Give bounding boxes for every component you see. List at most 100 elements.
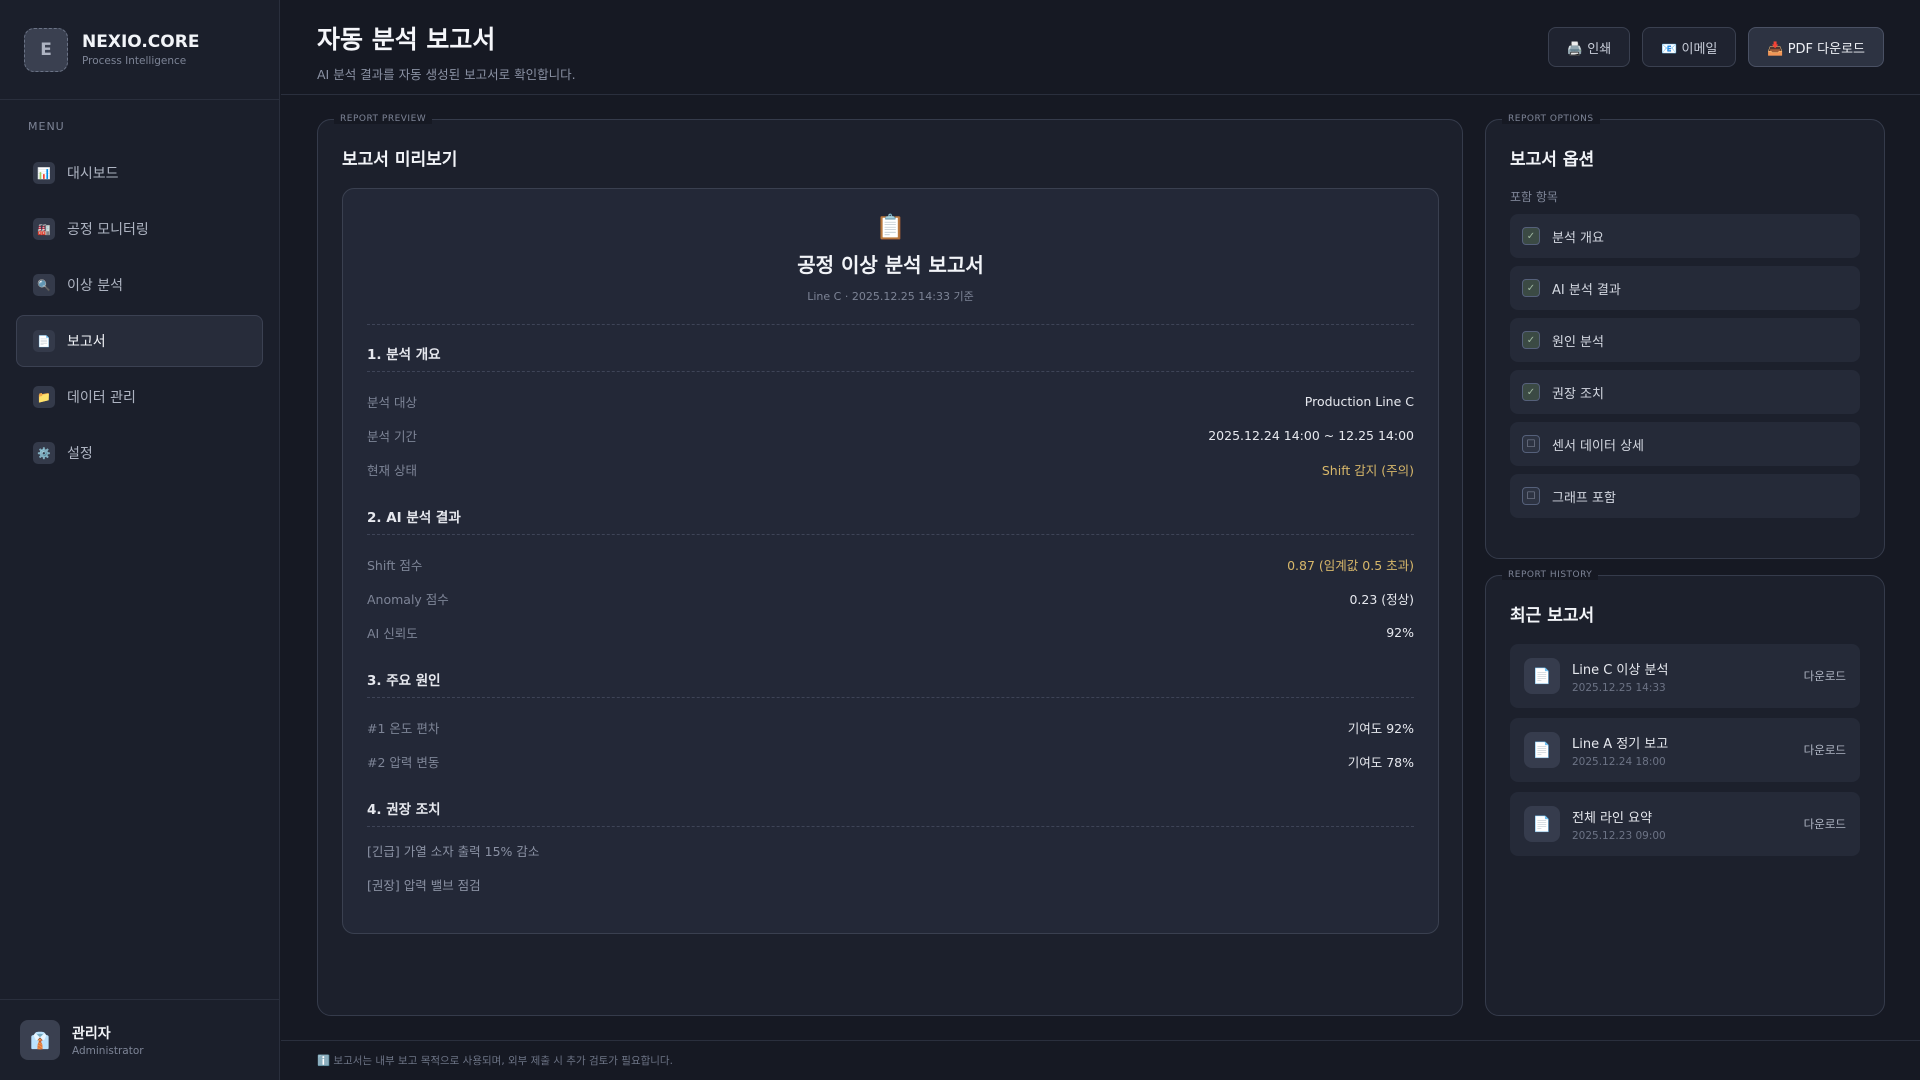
option-label: 센서 데이터 상세	[1552, 438, 1644, 454]
panel-tag: REPORT HISTORY	[1502, 570, 1599, 580]
report-history-panel: REPORT HISTORY 최근 보고서 📄 Line C 이상 분석 202…	[1485, 570, 1885, 1016]
section-title: 4. 권장 조치	[367, 780, 1414, 827]
user-role: Administrator	[72, 1045, 144, 1057]
footer-note: ℹ️ 보고서는 내부 보고 목적으로 사용되며, 외부 제출 시 추가 검토가 …	[281, 1040, 1920, 1080]
sidebar-menu: 📊 대시보드 🏭 공정 모니터링 🔍 이상 분석 📄 보고서 📁 데이터 관리 …	[0, 147, 279, 479]
avatar: 👔	[20, 1020, 60, 1060]
sidebar-item-dashboard[interactable]: 📊 대시보드	[16, 147, 263, 199]
sidebar-item-label: 이상 분석	[67, 278, 123, 294]
brand-subtitle: Process Intelligence	[82, 55, 187, 67]
option-label: AI 분석 결과	[1552, 282, 1621, 298]
recommended-action: [긴급] 가열 소자 출력 15% 감소	[367, 843, 540, 859]
list-item: 📄 Line C 이상 분석 2025.12.25 14:33 다운로드	[1510, 644, 1860, 708]
section-title: 2. AI 분석 결과	[367, 488, 1414, 535]
checkbox-unchecked-icon[interactable]: ☐	[1522, 487, 1540, 505]
sidebar-item-label: 공정 모니터링	[67, 222, 149, 238]
option-label: 원인 분석	[1552, 334, 1604, 350]
factory-icon: 🏭	[33, 218, 55, 240]
row-key: Anomaly 점수	[367, 591, 449, 607]
option-label: 그래프 포함	[1552, 490, 1616, 506]
include-items-label: 포함 항목	[1510, 190, 1558, 204]
user-profile[interactable]: 👔 관리자 Administrator	[0, 999, 280, 1080]
row-key: 분석 기간	[367, 428, 417, 444]
panel-title: 보고서 옵션	[1510, 150, 1595, 170]
gear-icon: ⚙️	[33, 442, 55, 464]
report-name: Line A 정기 보고	[1572, 736, 1669, 752]
row-key: #2 압력 변동	[367, 754, 440, 770]
checkbox-checked-icon[interactable]: ✓	[1522, 383, 1540, 401]
option-cause-analysis[interactable]: ✓ 원인 분석	[1510, 318, 1860, 362]
option-list: ✓ 분석 개요 ✓ AI 분석 결과 ✓ 원인 분석 ✓ 권장 조치 ☐ 센서 …	[1510, 214, 1860, 526]
history-list: 📄 Line C 이상 분석 2025.12.25 14:33 다운로드 📄 L…	[1510, 644, 1860, 866]
report-preview-panel: REPORT PREVIEW 보고서 미리보기 📋 공정 이상 분석 보고서 L…	[317, 114, 1463, 1016]
option-include-graphs[interactable]: ☐ 그래프 포함	[1510, 474, 1860, 518]
document-icon: 📄	[33, 330, 55, 352]
row-value: 2025.12.24 14:00 ~ 12.25 14:00	[1208, 427, 1414, 443]
panel-title: 최근 보고서	[1510, 606, 1595, 626]
option-label: 분석 개요	[1552, 230, 1604, 246]
panel-tag: REPORT OPTIONS	[1502, 114, 1600, 124]
sidebar-item-label: 데이터 관리	[67, 390, 136, 406]
sidebar-item-process-monitoring[interactable]: 🏭 공정 모니터링	[16, 203, 263, 255]
row-key: #1 온도 편차	[367, 720, 440, 736]
header-actions: 🖨️ 인쇄 📧 이메일 📥 PDF 다운로드	[1547, 27, 1884, 67]
download-link[interactable]: 다운로드	[1804, 816, 1846, 832]
option-overview[interactable]: ✓ 분석 개요	[1510, 214, 1860, 258]
report-row: #2 압력 변동 기여도 78%	[367, 744, 1414, 778]
report-meta: Line C · 2025.12.25 14:33 기준	[807, 290, 974, 303]
report-row: #1 온도 편차 기여도 92%	[367, 710, 1414, 744]
report-row: Anomaly 점수 0.23 (정상)	[367, 581, 1414, 615]
sidebar-item-anomaly-analysis[interactable]: 🔍 이상 분석	[16, 259, 263, 311]
panel-tag: REPORT PREVIEW	[334, 114, 433, 124]
section-title: 3. 주요 원인	[367, 651, 1414, 698]
download-link[interactable]: 다운로드	[1804, 742, 1846, 758]
sidebar-item-label: 보고서	[67, 334, 106, 350]
print-button[interactable]: 🖨️ 인쇄	[1547, 27, 1631, 67]
sidebar-item-settings[interactable]: ⚙️ 설정	[16, 427, 263, 479]
report-date: 2025.12.23 09:00	[1572, 829, 1666, 842]
checkbox-checked-icon[interactable]: ✓	[1522, 279, 1540, 297]
report-name: Line C 이상 분석	[1572, 662, 1669, 678]
sidebar-item-label: 설정	[67, 446, 93, 462]
report-name: 전체 라인 요약	[1572, 810, 1653, 826]
user-name: 관리자	[72, 1026, 111, 1042]
checkbox-unchecked-icon[interactable]: ☐	[1522, 435, 1540, 453]
report-row: Shift 점수 0.87 (임계값 0.5 초과)	[367, 547, 1414, 581]
clipboard-icon: 📋	[875, 213, 906, 241]
option-label: 권장 조치	[1552, 386, 1604, 402]
report-row: 분석 대상 Production Line C	[367, 384, 1414, 418]
report-date: 2025.12.24 18:00	[1572, 755, 1666, 768]
brand-logo: E	[24, 27, 68, 72]
row-value: 0.23 (정상)	[1349, 591, 1414, 607]
list-item: 📄 전체 라인 요약 2025.12.23 09:00 다운로드	[1510, 792, 1860, 856]
pdf-download-button[interactable]: 📥 PDF 다운로드	[1748, 27, 1884, 67]
menu-label: MENU	[28, 120, 65, 133]
row-value: 0.87 (임계값 0.5 초과)	[1287, 557, 1414, 573]
download-link[interactable]: 다운로드	[1804, 668, 1846, 684]
checkbox-checked-icon[interactable]: ✓	[1522, 331, 1540, 349]
row-key: 분석 대상	[367, 394, 417, 410]
document-icon: 📄	[1524, 732, 1560, 768]
option-recommended-actions[interactable]: ✓ 권장 조치	[1510, 370, 1860, 414]
document-icon: 📄	[1524, 806, 1560, 842]
report-row: 현재 상태 Shift 감지 (주의)	[367, 452, 1414, 486]
sidebar: E NEXIO.CORE Process Intelligence MENU 📊…	[0, 0, 280, 1080]
row-key: AI 신뢰도	[367, 625, 418, 641]
sidebar-item-reports[interactable]: 📄 보고서	[16, 315, 263, 367]
row-value: 기여도 92%	[1347, 720, 1414, 736]
checkbox-checked-icon[interactable]: ✓	[1522, 227, 1540, 245]
option-ai-results[interactable]: ✓ AI 분석 결과	[1510, 266, 1860, 310]
section-title: 1. 분석 개요	[367, 325, 1414, 372]
report-row: 분석 기간 2025.12.24 14:00 ~ 12.25 14:00	[367, 418, 1414, 452]
row-value: Production Line C	[1304, 393, 1414, 409]
email-button[interactable]: 📧 이메일	[1642, 27, 1737, 67]
brand: E NEXIO.CORE Process Intelligence	[0, 0, 279, 100]
sidebar-item-data-management[interactable]: 📁 데이터 관리	[16, 371, 263, 423]
sidebar-item-label: 대시보드	[67, 166, 119, 182]
option-sensor-details[interactable]: ☐ 센서 데이터 상세	[1510, 422, 1860, 466]
brand-name: NEXIO.CORE	[82, 32, 200, 52]
row-value: 기여도 78%	[1347, 754, 1414, 770]
folder-icon: 📁	[33, 386, 55, 408]
search-icon: 🔍	[33, 274, 55, 296]
row-value: 92%	[1386, 624, 1414, 640]
